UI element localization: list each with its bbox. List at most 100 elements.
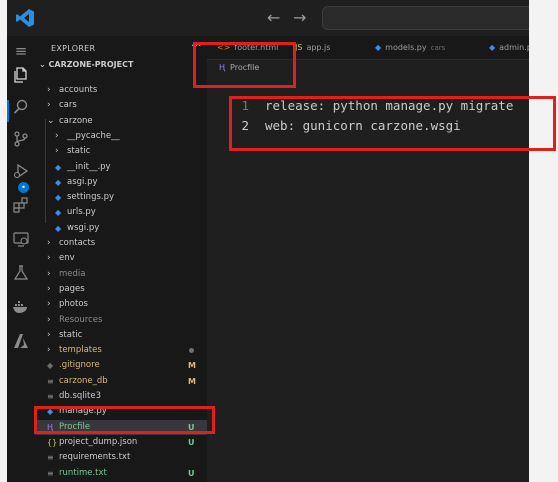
chevron-right-icon: › xyxy=(47,299,51,310)
code-text: web: gunicorn carzone.wsgi xyxy=(265,118,461,133)
arrow-left-icon[interactable]: ← xyxy=(267,8,280,28)
git-status-badge: U xyxy=(188,468,195,478)
line-number: 2 xyxy=(241,118,249,133)
tree-item[interactable]: ◆ __init__.py xyxy=(35,160,207,175)
explorer-more-button[interactable]: ··· xyxy=(191,39,202,52)
tree-item-label: wsgi.py xyxy=(67,222,100,233)
tree-item[interactable]: › __pycache__ xyxy=(35,129,207,144)
tree-item-label: cars xyxy=(59,100,77,111)
tree-item[interactable]: ≡ runtime.txt U xyxy=(35,466,207,481)
source-control-icon[interactable] xyxy=(12,130,30,148)
tree-item-label: __init__.py xyxy=(67,161,111,172)
database-icon: ≡ xyxy=(47,392,54,401)
tree-item-label: settings.py xyxy=(67,192,115,203)
text-file-icon: ≡ xyxy=(47,453,54,463)
tree-item-label: Procfile xyxy=(59,421,91,432)
chevron-down-icon: ⌄ xyxy=(47,115,55,126)
tree-item[interactable]: › pages xyxy=(35,282,207,297)
testing-icon[interactable] xyxy=(12,264,30,282)
editor-tab[interactable]: ◆admin.py xyxy=(489,36,529,59)
extensions-icon[interactable] xyxy=(12,196,30,214)
tree-item[interactable]: {} project_dump.json U xyxy=(35,435,207,450)
tree-item[interactable]: › cars xyxy=(35,98,207,113)
docker-icon[interactable] xyxy=(12,298,30,316)
tree-item[interactable]: ◆ asgi.py xyxy=(35,175,207,190)
tree-item[interactable]: ◆ wsgi.py xyxy=(35,221,207,236)
tree-item[interactable]: ◆ .gitignore M xyxy=(35,358,207,373)
tab-label: models.py xyxy=(385,43,427,52)
text-file-icon: ≡ xyxy=(47,468,54,478)
tree-item[interactable]: › contacts xyxy=(35,236,207,251)
editor-tab[interactable]: <> footer.html xyxy=(217,36,278,59)
tab-label: app.js xyxy=(306,43,331,52)
explorer-sidebar: EXPLORER ··· ⌄ CARZONE-PROJECT › accounts… xyxy=(35,36,207,482)
python-icon: ◆ xyxy=(375,43,382,52)
chevron-right-icon: › xyxy=(55,130,59,141)
tree-item[interactable]: ≡ requirements.txt xyxy=(35,450,207,465)
tree-item[interactable]: › Resources xyxy=(35,313,207,328)
code-line: 2 web: gunicorn carzone.wsgi xyxy=(207,116,529,136)
tree-item[interactable]: › photos xyxy=(35,297,207,312)
azure-icon[interactable] xyxy=(12,332,30,350)
code-text: release: python manage.py migrate xyxy=(265,98,514,113)
tree-item-label: static xyxy=(59,329,83,340)
python-icon: ◆ xyxy=(55,162,62,172)
active-indicator xyxy=(7,100,9,122)
python-icon: ◆ xyxy=(55,177,62,187)
tree-item[interactable]: › accounts xyxy=(35,83,207,98)
vscode-window: ← → ≡ • EXPLORER ··· ⌄ CARZONE-PROJECT ›… xyxy=(7,0,529,482)
tree-item[interactable]: › templates xyxy=(35,343,207,358)
tree-item[interactable]: ≡ db.sqlite3 xyxy=(35,389,207,404)
tree-item[interactable]: Ⱨ Procfile U xyxy=(35,419,207,435)
menu-icon[interactable]: ≡ xyxy=(12,42,30,60)
tree-item[interactable]: › media xyxy=(35,267,207,282)
git-icon: ◆ xyxy=(47,361,54,371)
project-root[interactable]: ⌄ CARZONE-PROJECT xyxy=(39,60,133,69)
tree-item-label: media xyxy=(59,268,86,279)
line-number: 1 xyxy=(241,98,249,113)
tab-label: admin.py xyxy=(499,43,529,52)
tree-item[interactable]: › static xyxy=(35,144,207,159)
tree-item[interactable]: ≡ carzone_db M xyxy=(35,374,207,389)
breadcrumb[interactable]: Ⱨ Procfile xyxy=(219,60,259,76)
tree-item[interactable]: › env xyxy=(35,251,207,266)
tree-item[interactable]: ⌄ carzone xyxy=(35,114,207,129)
tree-item[interactable]: ◆ settings.py xyxy=(35,190,207,205)
tree-item-label: asgi.py xyxy=(67,176,98,187)
run-debug-icon[interactable] xyxy=(12,162,30,180)
chevron-right-icon: › xyxy=(55,146,59,157)
js-icon: JS xyxy=(295,43,303,52)
chevron-right-icon: › xyxy=(47,253,51,264)
python-icon: ◆ xyxy=(55,223,62,233)
tab-hint: cars xyxy=(430,44,446,52)
explorer-title: EXPLORER xyxy=(51,44,96,53)
source-control-badge-icon: • xyxy=(18,182,29,193)
tree-item-label: runtime.txt xyxy=(59,467,107,478)
python-icon: ◆ xyxy=(55,193,62,203)
tree-item-label: carzone xyxy=(59,115,93,126)
tree-item-label: contacts xyxy=(59,238,96,248)
chevron-right-icon: › xyxy=(47,314,51,325)
search-icon[interactable] xyxy=(12,98,30,116)
git-status-badge: M xyxy=(188,361,196,371)
chevron-right-icon: › xyxy=(47,238,51,248)
editor-tab[interactable]: ◆ models.py cars xyxy=(375,36,445,59)
remote-explorer-icon[interactable] xyxy=(12,230,30,248)
files-icon[interactable] xyxy=(12,66,30,84)
tree-item-label: Resources xyxy=(59,314,103,325)
editor-tab[interactable]: JS app.js xyxy=(295,36,330,59)
arrow-right-icon[interactable]: → xyxy=(293,8,306,28)
tree-item[interactable]: › static xyxy=(35,328,207,343)
git-status-badge: U xyxy=(188,437,195,447)
tree-item-label: pages xyxy=(59,283,85,294)
tree-item[interactable]: ◆ manage.py xyxy=(35,404,207,419)
tab-label: footer.html xyxy=(234,43,279,52)
tree-item[interactable]: ◆ urls.py xyxy=(35,205,207,220)
tree-item-label: .gitignore xyxy=(59,360,100,371)
chevron-down-icon: ⌄ xyxy=(39,60,49,69)
python-icon: ◆ xyxy=(55,208,62,218)
tree-item-label: urls.py xyxy=(67,207,96,218)
project-name: CARZONE-PROJECT xyxy=(48,60,134,69)
command-center-search[interactable] xyxy=(322,6,529,30)
tree-item-label: templates xyxy=(59,345,102,356)
